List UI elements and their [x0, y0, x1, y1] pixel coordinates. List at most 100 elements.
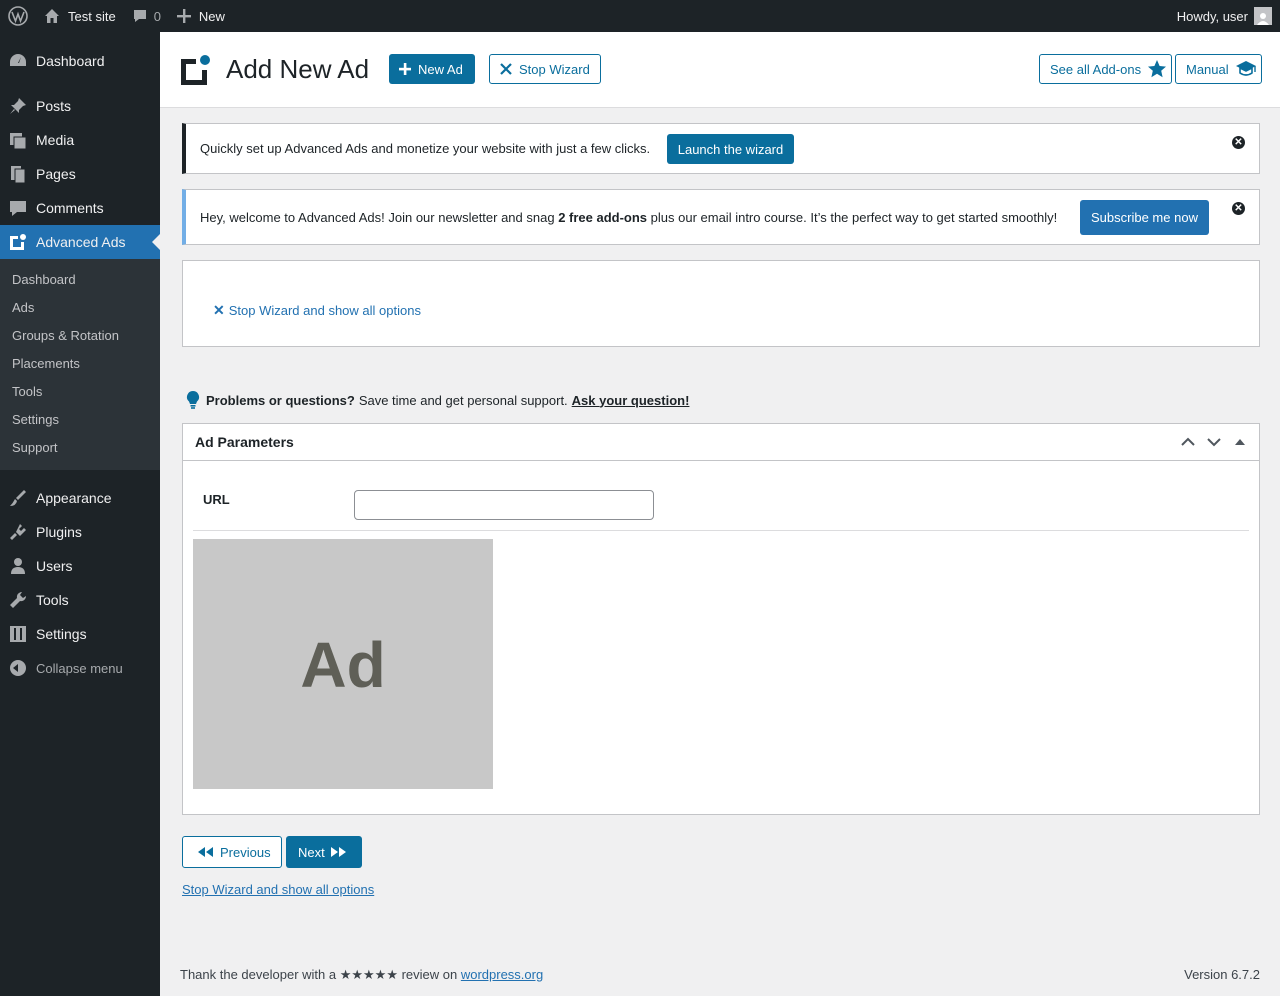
next-label: Next: [298, 844, 325, 860]
plug-icon: [8, 522, 28, 542]
my-account[interactable]: Howdy, user: [1169, 0, 1280, 32]
sidebar-item-label: Posts: [36, 98, 72, 114]
close-icon: [500, 63, 512, 75]
site-name-link[interactable]: Test site: [36, 0, 124, 32]
wordpress-logo-icon[interactable]: [0, 0, 36, 32]
new-ad-button[interactable]: New Ad: [389, 54, 475, 84]
greeting: Howdy, user: [1176, 8, 1248, 24]
wizard-notice-text: Quickly set up Advanced Ads and monetize…: [200, 141, 651, 156]
sidebar-item-settings[interactable]: Settings: [0, 617, 160, 651]
submenu-item-support[interactable]: Support: [0, 434, 160, 462]
sidebar-item-label: Users: [36, 558, 73, 574]
dismiss-wizard-notice-icon[interactable]: ✕: [1232, 136, 1245, 149]
postbox-controls: [1175, 429, 1259, 455]
avatar: [1254, 7, 1272, 25]
sidebar-item-media[interactable]: Media: [0, 123, 160, 157]
stop-wizard-link[interactable]: ✕ Stop Wizard and show all options: [213, 302, 421, 319]
launch-wizard-button[interactable]: Launch the wizard: [667, 134, 794, 164]
sidebar-item-label: Media: [36, 132, 75, 148]
ad-parameters-header: Ad Parameters: [183, 424, 1259, 461]
comments-count: 0: [153, 8, 161, 24]
sidebar-item-label: Advanced Ads: [36, 234, 126, 250]
wordpress-org-link[interactable]: wordpress.org: [461, 967, 543, 982]
sidebar-item-appearance[interactable]: Appearance: [0, 481, 160, 515]
sidebar-item-posts[interactable]: Posts: [0, 89, 160, 123]
url-input[interactable]: [354, 490, 654, 520]
close-icon: ✕: [213, 302, 225, 318]
stop-wizard-button[interactable]: Stop Wizard: [489, 54, 601, 84]
graduation-cap-icon: [1235, 59, 1257, 79]
manual-button[interactable]: Manual: [1175, 54, 1262, 84]
page-header: Add New Ad New Ad Stop Wizard See all Ad…: [160, 32, 1280, 108]
comment-icon: [132, 8, 148, 24]
manual-label: Manual: [1186, 61, 1229, 77]
media-icon: [8, 130, 28, 150]
support-hint-text: Save time and get personal support.: [358, 392, 568, 408]
user-icon: [8, 556, 28, 576]
advanced-ads-icon: [8, 232, 28, 252]
ad-preview-text: Ad: [300, 629, 386, 701]
sidebar-item-plugins[interactable]: Plugins: [0, 515, 160, 549]
sidebar-item-label: Dashboard: [36, 53, 105, 69]
move-down-icon[interactable]: [1201, 429, 1227, 455]
support-hint-bold: Problems or questions?: [206, 392, 355, 408]
rewind-icon: [197, 846, 213, 858]
footer-thanks: Thank the developer with a ★★★★★ review …: [180, 967, 543, 983]
sidebar-item-pages[interactable]: Pages: [0, 157, 160, 191]
settings-icon: [8, 624, 28, 644]
toggle-panel-icon[interactable]: [1227, 429, 1253, 455]
site-name-label: Test site: [68, 8, 116, 24]
submenu-item-ads[interactable]: Ads: [0, 294, 160, 322]
plus-icon: [176, 9, 191, 23]
see-all-addons-button[interactable]: See all Add-ons: [1039, 54, 1173, 84]
newsletter-text-end: plus our email intro course. It’s the pe…: [647, 210, 1058, 225]
sidebar-item-label: Settings: [36, 626, 87, 642]
newsletter-notice: Hey, welcome to Advanced Ads! Join our n…: [182, 189, 1260, 245]
subscribe-button[interactable]: Subscribe me now: [1080, 200, 1209, 235]
comments-link[interactable]: 0: [124, 0, 169, 32]
sidebar-item-advanced-ads[interactable]: Advanced Ads: [0, 225, 160, 259]
ask-question-link[interactable]: Ask your question!: [572, 393, 690, 408]
submenu-item-tools[interactable]: Tools: [0, 378, 160, 406]
wrench-icon: [8, 590, 28, 610]
sidebar-item-label: Pages: [36, 166, 76, 182]
wizard-box: ✕ Stop Wizard and show all options: [182, 260, 1260, 347]
submenu-item-settings[interactable]: Settings: [0, 406, 160, 434]
submenu-item-placements[interactable]: Placements: [0, 350, 160, 378]
new-ad-label: New Ad: [418, 61, 463, 77]
new-label: New: [198, 8, 225, 24]
sidebar-item-comments[interactable]: Comments: [0, 191, 160, 225]
move-up-icon[interactable]: [1175, 429, 1201, 455]
new-content-link[interactable]: New: [169, 0, 233, 32]
dismiss-newsletter-notice-icon[interactable]: ✕: [1232, 202, 1245, 215]
addons-label: See all Add-ons: [1050, 61, 1142, 77]
submenu-item-dashboard[interactable]: Dashboard: [0, 266, 160, 294]
ad-preview-image: Ad: [193, 539, 493, 789]
previous-button[interactable]: Previous: [182, 836, 282, 868]
pages-icon: [8, 164, 28, 184]
plus-icon: [399, 63, 411, 75]
page-title: Add New Ad: [226, 54, 370, 84]
sidebar-item-dashboard[interactable]: Dashboard: [0, 44, 160, 78]
newsletter-text-bold: 2 free add-ons: [558, 210, 648, 225]
stop-wizard-link-label: Stop Wizard and show all options: [228, 303, 421, 318]
advanced-ads-logo-icon: [181, 55, 211, 85]
lightbulb-icon: [186, 391, 200, 409]
sidebar-item-users[interactable]: Users: [0, 549, 160, 583]
footer-thanks-text: Thank the developer with a ★★★★★ review …: [180, 967, 461, 982]
support-hint: Problems or questions? Save time and get…: [186, 391, 689, 409]
advanced-ads-submenu: Dashboard Ads Groups & Rotation Placemen…: [0, 259, 160, 470]
collapse-icon: [10, 660, 26, 676]
submenu-item-groups[interactable]: Groups & Rotation: [0, 322, 160, 350]
collapse-menu-button[interactable]: Collapse menu: [0, 651, 160, 685]
sidebar-item-tools[interactable]: Tools: [0, 583, 160, 617]
admin-sidebar: Dashboard Posts Media Pages Comments Adv…: [0, 32, 160, 996]
sidebar-item-label: Appearance: [36, 490, 112, 506]
next-button[interactable]: Next: [286, 836, 362, 868]
ad-parameters-box: Ad Parameters URL Ad: [182, 423, 1260, 815]
home-icon: [44, 8, 60, 24]
divider: [193, 530, 1249, 531]
wizard-notice: Quickly set up Advanced Ads and monetize…: [182, 123, 1260, 174]
stop-wizard-bottom-link[interactable]: Stop Wizard and show all options: [182, 882, 374, 897]
star-icon: [1147, 59, 1167, 79]
